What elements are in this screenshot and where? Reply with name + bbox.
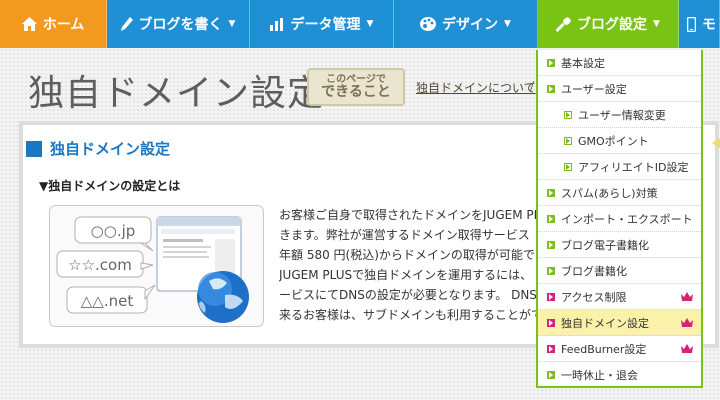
nav-tab-home[interactable]: ホーム bbox=[0, 0, 107, 48]
menu-item-label: インポート・エクスポート bbox=[561, 212, 693, 226]
bullet-icon bbox=[547, 266, 555, 275]
nav-tab-write-label: ブログを書く bbox=[138, 17, 223, 33]
menu-item-label: ユーザー情報変更 bbox=[578, 108, 666, 122]
menu-item-label: アクセス制限 bbox=[561, 290, 627, 304]
body-line: きます。弊社が運営するドメイン取得サービス bbox=[279, 228, 530, 242]
section-heading: 独自ドメイン設定 bbox=[26, 138, 170, 159]
body-line: ービスにてDNSの設定が必要となります。 DNS bbox=[279, 288, 537, 302]
crown-icon bbox=[681, 318, 693, 327]
chevron-down-icon: ▼ bbox=[653, 19, 660, 29]
menu-item-basic-settings[interactable]: 基本設定 bbox=[538, 50, 701, 76]
domain-label-jp: ○○.jp bbox=[91, 222, 136, 240]
menu-item-label: ユーザー設定 bbox=[561, 82, 627, 96]
wrench-icon bbox=[556, 16, 572, 32]
bullet-icon bbox=[547, 58, 555, 67]
menu-item-user-settings[interactable]: ユーザー設定 bbox=[538, 76, 701, 102]
menu-item-suspend-withdraw[interactable]: 一時休止・退会 bbox=[538, 362, 701, 386]
menu-item-label: ブログ電子書籍化 bbox=[561, 238, 649, 252]
menu-item-feedburner[interactable]: FeedBurner設定 bbox=[538, 336, 701, 362]
breadcrumb-link[interactable]: 独自ドメインについて bbox=[416, 79, 536, 96]
globe-icon bbox=[197, 271, 249, 323]
menu-item-label: GMOポイント bbox=[578, 134, 649, 148]
settings-dropdown-menu: 基本設定 ユーザー設定 ユーザー情報変更 GMOポイント アフィリエイトID設定… bbox=[536, 50, 703, 388]
nav-tab-write[interactable]: ブログを書く ▼ bbox=[107, 0, 250, 48]
nav-tab-settings[interactable]: ブログ設定 ▼ bbox=[538, 0, 679, 48]
breadcrumb-separator: / bbox=[530, 79, 535, 93]
menu-item-label: FeedBurner設定 bbox=[561, 342, 647, 356]
body-line: お客様ご自身で取得されたドメインをJUGEM PL bbox=[279, 208, 541, 222]
chevron-down-icon: ▼ bbox=[504, 19, 511, 29]
menu-item-label: ブログ書籍化 bbox=[561, 264, 627, 278]
body-line: JUGEM PLUSで独自ドメインを運用するには、 bbox=[279, 268, 533, 282]
nav-tab-data[interactable]: データ管理 ▼ bbox=[250, 0, 394, 48]
panel-arrow-icon bbox=[712, 138, 720, 148]
nav-tab-mobile-label: モ bbox=[702, 17, 716, 33]
nav-tab-design[interactable]: デザイン ▼ bbox=[394, 0, 538, 48]
house-icon bbox=[21, 17, 37, 31]
section-body: お客様ご自身で取得されたドメインをJUGEM PL きます。弊社が運営するドメイ… bbox=[279, 205, 541, 325]
menu-item-label: スパム(あらし)対策 bbox=[561, 186, 658, 200]
domain-bubble-com: ☆☆.com bbox=[56, 250, 154, 278]
sub-bullet-icon bbox=[564, 162, 572, 171]
bullet-icon bbox=[547, 318, 555, 327]
menu-item-custom-domain[interactable]: 独自ドメイン設定 bbox=[538, 310, 701, 336]
sub-bullet-icon bbox=[564, 110, 572, 119]
nav-tab-mobile[interactable]: モ bbox=[679, 0, 720, 48]
bullet-icon bbox=[547, 292, 555, 301]
bullet-icon bbox=[547, 344, 555, 353]
menu-item-gmo-point[interactable]: GMOポイント bbox=[538, 128, 701, 154]
pencil-icon bbox=[120, 17, 133, 31]
nav-tab-settings-label: ブログ設定 bbox=[577, 17, 648, 33]
top-nav: ホーム ブログを書く ▼ データ管理 ▼ デザイン ▼ ブログ設定 ▼ モ bbox=[0, 0, 720, 48]
chevron-down-icon: ▼ bbox=[228, 19, 236, 29]
menu-item-label: 一時休止・退会 bbox=[561, 369, 638, 382]
section-subtitle: ▼独自ドメインの設定とは bbox=[39, 179, 181, 193]
bar-chart-icon bbox=[269, 17, 285, 31]
nav-tab-data-label: データ管理 bbox=[290, 17, 361, 33]
bullet-icon bbox=[547, 214, 555, 223]
sub-bullet-icon bbox=[564, 136, 572, 145]
crown-icon bbox=[681, 292, 693, 301]
bullet-icon bbox=[547, 188, 555, 197]
bullet-icon bbox=[547, 84, 555, 93]
domain-bubble-net: △△.net bbox=[66, 284, 156, 314]
domain-illustration: ○○.jp ☆☆.com △△.net bbox=[49, 205, 264, 327]
can-do-line2: できること bbox=[321, 84, 391, 100]
can-do-button[interactable]: このページで できること bbox=[307, 68, 405, 106]
menu-item-label: 独自ドメイン設定 bbox=[561, 316, 649, 330]
menu-item-spam[interactable]: スパム(あらし)対策 bbox=[538, 180, 701, 206]
menu-item-label: 基本設定 bbox=[561, 56, 605, 70]
page-title: 独自ドメイン設定 bbox=[28, 73, 325, 114]
body-line: 来るお客様は、サブドメインも利用することがで bbox=[279, 308, 541, 322]
chevron-down-icon: ▼ bbox=[366, 19, 374, 29]
crown-icon bbox=[681, 344, 693, 353]
section-title: 独自ドメイン設定 bbox=[50, 140, 171, 158]
nav-tab-home-label: ホーム bbox=[42, 17, 85, 33]
nav-tab-design-label: デザイン bbox=[442, 17, 499, 33]
menu-item-import-export[interactable]: インポート・エクスポート bbox=[538, 206, 701, 232]
phone-icon bbox=[687, 16, 696, 32]
menu-item-label: アフィリエイトID設定 bbox=[578, 160, 689, 174]
domain-label-net: △△.net bbox=[81, 292, 134, 310]
menu-item-user-info[interactable]: ユーザー情報変更 bbox=[538, 102, 701, 128]
palette-icon bbox=[420, 17, 437, 31]
menu-item-access-limit[interactable]: アクセス制限 bbox=[538, 284, 701, 310]
menu-item-ebook[interactable]: ブログ電子書籍化 bbox=[538, 232, 701, 258]
menu-item-affiliate[interactable]: アフィリエイトID設定 bbox=[538, 154, 701, 180]
bullet-icon bbox=[547, 371, 555, 379]
domain-label-com: ☆☆.com bbox=[68, 256, 132, 274]
bullet-icon bbox=[547, 240, 555, 249]
heading-square-icon bbox=[26, 140, 42, 157]
menu-item-book[interactable]: ブログ書籍化 bbox=[538, 258, 701, 284]
body-line: 年額 580 円(税込)からドメインの取得が可能で bbox=[279, 248, 535, 262]
